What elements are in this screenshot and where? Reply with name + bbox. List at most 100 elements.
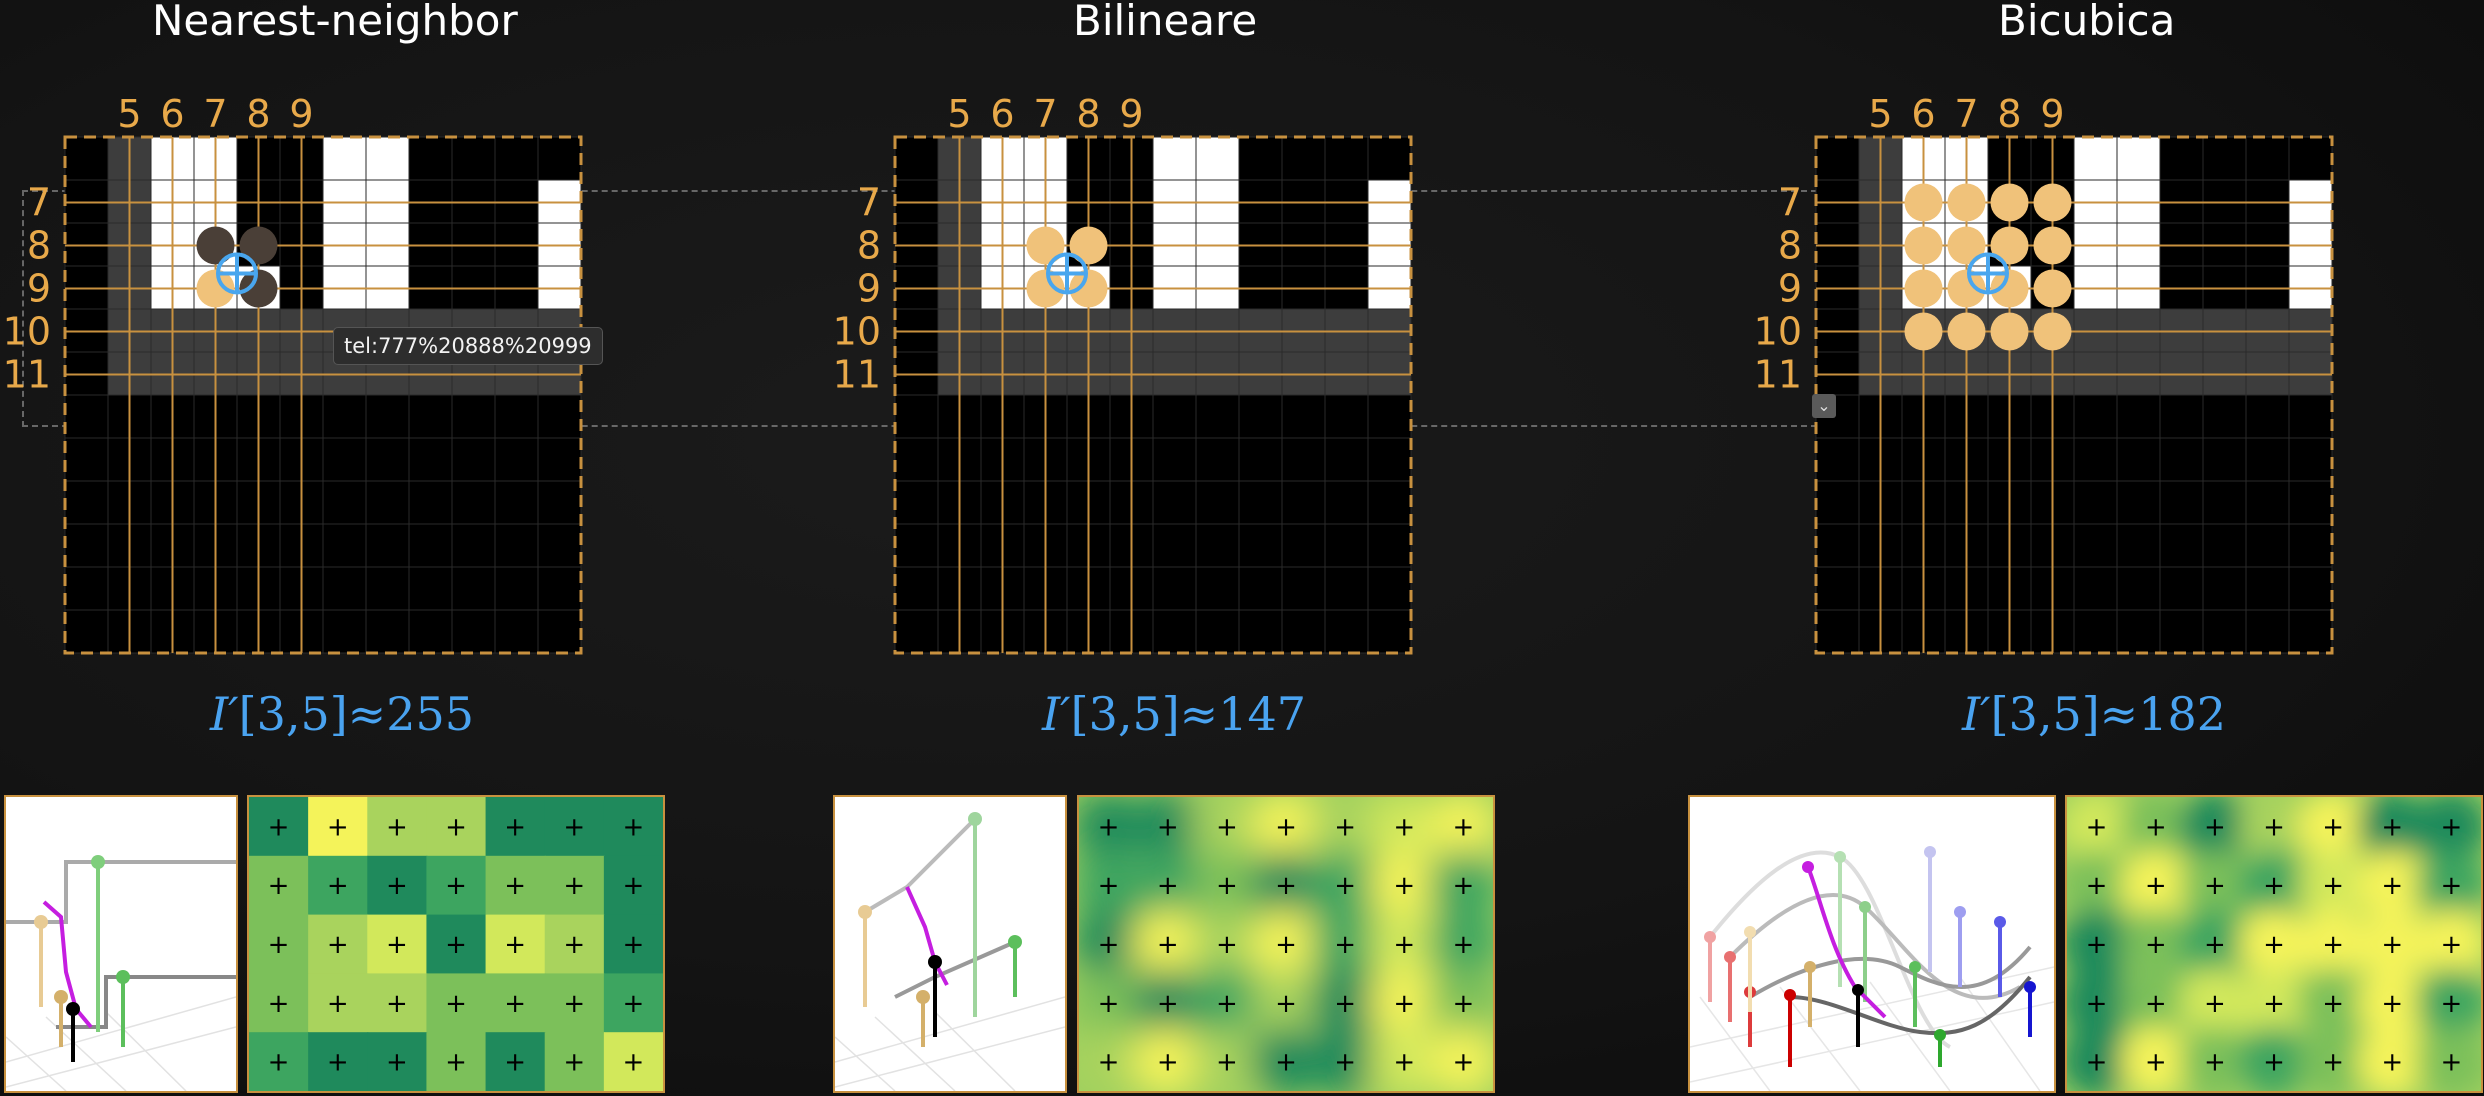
sample-marker: + (386, 930, 408, 960)
sample-marker: + (1157, 871, 1179, 901)
pixel-cell (408, 136, 453, 181)
col-label: 7 (1954, 92, 1978, 136)
sample-dot (1990, 312, 2029, 351)
sample-marker: + (445, 930, 467, 960)
pixel-cell (408, 437, 453, 482)
pixel-cell (408, 523, 453, 568)
sample-marker: + (1216, 930, 1238, 960)
pixel-cell (537, 609, 582, 654)
sample-marker: + (386, 989, 408, 1019)
pixel-cell (1324, 437, 1369, 482)
pixel-cell (1367, 394, 1412, 439)
pixel-cell (1367, 437, 1412, 482)
pixel-cell (494, 566, 539, 611)
pixel-cell (894, 480, 939, 525)
pixel-cell (64, 566, 109, 611)
pixel-cell (494, 609, 539, 654)
sample-marker: + (2263, 1048, 2285, 1078)
pixel-cell (322, 136, 367, 181)
sample-dot (239, 226, 278, 265)
pixel-cell (408, 566, 453, 611)
pixel-cell (2073, 609, 2118, 654)
sample-marker: + (1098, 812, 1120, 842)
col-label: 5 (947, 92, 971, 136)
pixel-cell (2245, 394, 2290, 439)
sample-marker: + (1098, 1048, 1120, 1078)
sample-marker: + (2441, 989, 2463, 1019)
sample-marker: + (2204, 989, 2226, 1019)
sample-marker: + (1157, 989, 1179, 1019)
pixel-cell (1195, 566, 1240, 611)
sample-dot (1947, 226, 1986, 265)
pixel-cell (1324, 394, 1369, 439)
pixel-cell (1281, 480, 1326, 525)
pixel-cell (2202, 136, 2247, 181)
sample-marker: + (1393, 871, 1415, 901)
pixel-cell (1815, 523, 1860, 568)
pixel-cell (1238, 136, 1283, 181)
pixel-cell (1815, 480, 1860, 525)
pixel-cell (1152, 394, 1197, 439)
sample-marker: + (623, 989, 645, 1019)
pixel-cell (365, 609, 410, 654)
sample-marker: + (2145, 989, 2167, 1019)
pixel-cell (2116, 394, 2161, 439)
pixel-cell (2245, 609, 2290, 654)
sample-marker: + (1393, 812, 1415, 842)
curve-thumbnail-bilinear (833, 795, 1067, 1093)
sample-marker: + (1216, 812, 1238, 842)
sample-marker: + (1098, 989, 1120, 1019)
pixel-cell (2159, 394, 2204, 439)
sample-marker: + (1393, 1048, 1415, 1078)
sample-marker: + (2263, 930, 2285, 960)
pixel-cell (1324, 136, 1369, 181)
sample-marker: + (2145, 812, 2167, 842)
pixel-cell (408, 480, 453, 525)
pixel-cell (2159, 136, 2204, 181)
pixel-cell (1238, 609, 1283, 654)
pixel-cell (322, 437, 367, 482)
pixel-cell (894, 523, 939, 568)
sample-marker: + (445, 812, 467, 842)
formula-nearest: I′[3,5]≈255 (210, 687, 475, 741)
pixel-cell (1281, 136, 1326, 181)
pixel-cell (2116, 437, 2161, 482)
pixel-cell (2202, 523, 2247, 568)
sample-marker: + (2322, 871, 2344, 901)
sample-marker: + (2263, 812, 2285, 842)
col-label: 8 (1076, 92, 1100, 136)
sample-marker: + (1334, 989, 1356, 1019)
pixel-cell (365, 523, 410, 568)
sample-marker: + (327, 812, 349, 842)
pixel-cell (322, 480, 367, 525)
pixel-cell (2202, 437, 2247, 482)
pixel-cell (64, 609, 109, 654)
sample-marker: + (268, 930, 290, 960)
col-label: 9 (1119, 92, 1143, 136)
sample-marker: + (268, 871, 290, 901)
link-tooltip: tel:777%20888%20999 (333, 327, 603, 365)
sample-marker: + (1275, 989, 1297, 1019)
circle-plus-icon (216, 252, 258, 295)
sample-marker: + (2145, 871, 2167, 901)
pixel-cell (1815, 566, 1860, 611)
sample-marker: + (1275, 930, 1297, 960)
sample-marker: + (2322, 812, 2344, 842)
sample-marker: + (1216, 871, 1238, 901)
pixel-cell (1281, 566, 1326, 611)
sample-marker: + (1275, 1048, 1297, 1078)
sample-dot (1947, 312, 1986, 351)
pixel-cell (322, 394, 367, 439)
pixel-cell (1152, 566, 1197, 611)
chevron-down-icon[interactable]: ⌄ (1812, 394, 1836, 418)
pixel-cell (1367, 566, 1412, 611)
pixel-cell (1281, 523, 1326, 568)
panel-title-bicubic: Bicubica (1998, 0, 2176, 45)
pixel-cell (2245, 566, 2290, 611)
sample-marker: + (563, 1048, 585, 1078)
pixel-cell (2288, 480, 2333, 525)
pixel-cell (2245, 523, 2290, 568)
row-label: 7 (857, 181, 881, 225)
sample-marker: + (268, 812, 290, 842)
pixel-cell (494, 437, 539, 482)
